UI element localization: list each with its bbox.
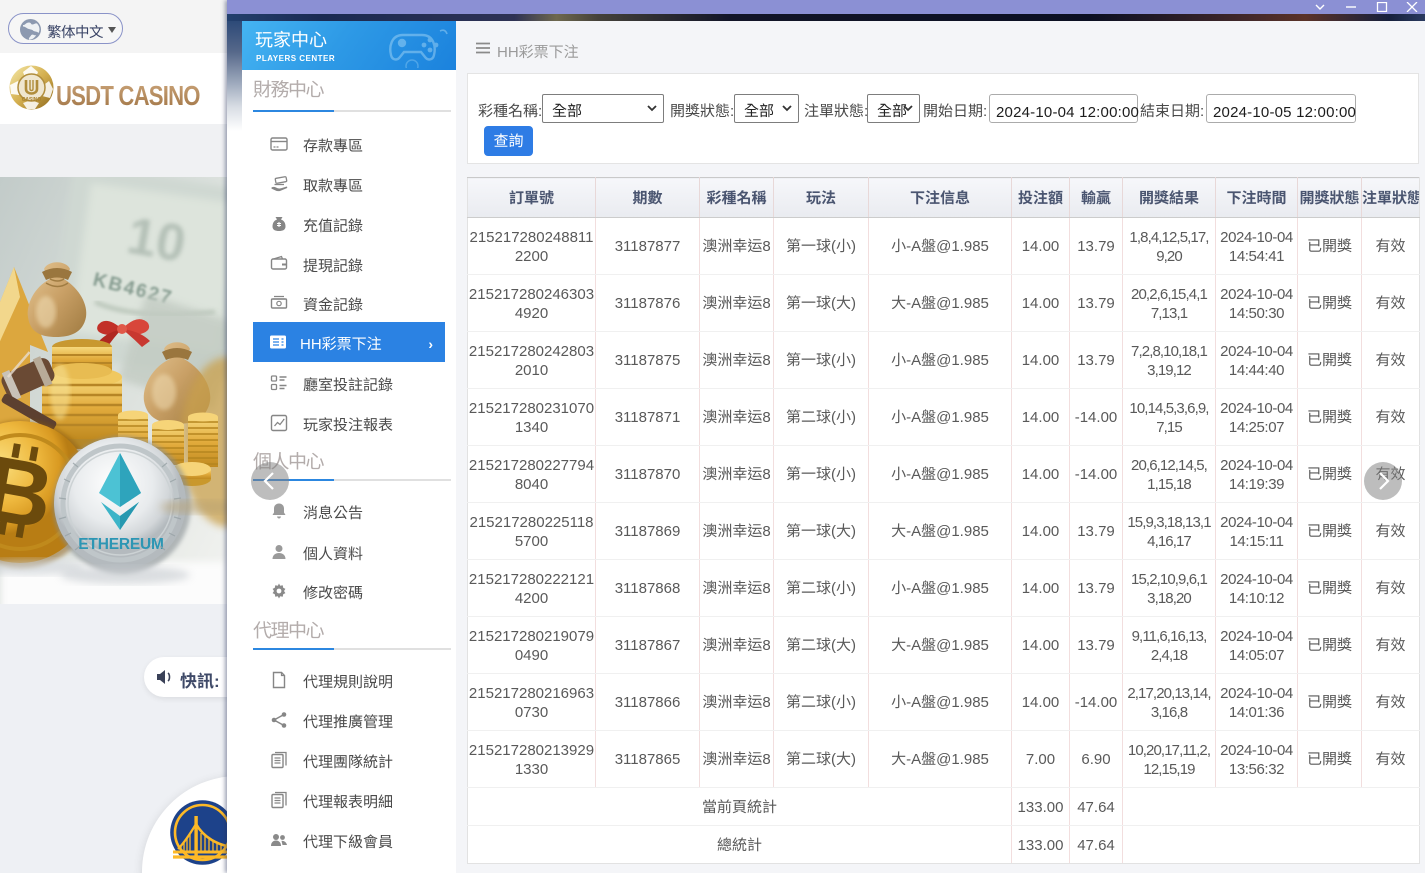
svg-text:CASINO: CASINO — [22, 96, 42, 103]
svg-text:ETHEREUM: ETHEREUM — [78, 532, 163, 554]
